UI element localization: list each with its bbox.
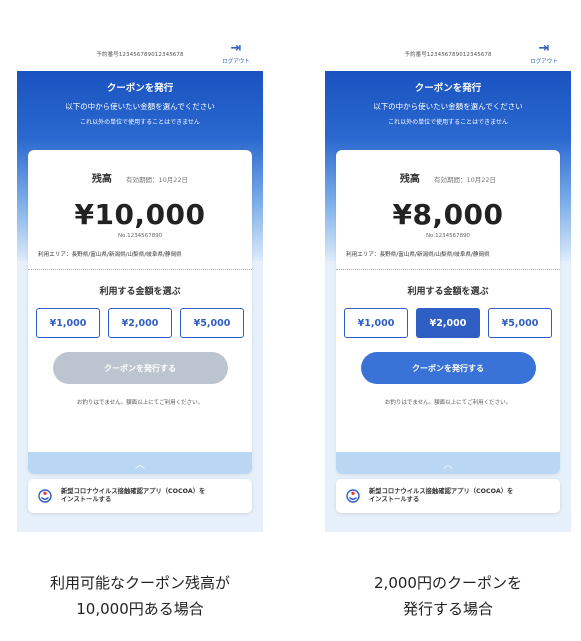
amount-options: ¥1,000 ¥2,000 ¥5,000: [36, 308, 244, 338]
restriction-text: これ以外の単位で使用することはできません: [80, 119, 200, 126]
cocoa-app-icon: [38, 489, 52, 503]
collapse-button[interactable]: ︿: [336, 452, 560, 474]
caption-balance-case: 利用可能なクーポン残高が 10,000円ある場合: [5, 570, 275, 622]
amount-options: ¥1,000 ¥2,000 ¥5,000: [344, 308, 552, 338]
logout-label: ログアウト: [530, 59, 558, 65]
usage-area: 利用エリア：長野県/富山県/新潟県/山梨県/岐阜県/静岡県: [38, 252, 182, 258]
logout-arrow-icon: ⇥: [230, 41, 242, 56]
balance-label: 残高: [399, 174, 420, 185]
card-number: No.1234567890: [425, 233, 471, 239]
top-bar: 予約番号1234567890123456​78 ⇥ ログアウト: [325, 38, 571, 71]
amount-option-5000[interactable]: ¥5,000: [488, 308, 552, 338]
instruction-text: 以下の中から使いたい金額を選んでください: [373, 102, 523, 111]
no-change-note: お釣りはでません。額面以上にてご利用ください。: [384, 400, 512, 406]
card-number: No.1234567890: [117, 233, 163, 239]
caption-line2: 10,000円ある場合: [76, 600, 204, 618]
restriction-text: これ以外の単位で使用することはできません: [388, 119, 508, 126]
choose-amount-label: 利用する金額を選ぶ: [99, 287, 181, 297]
no-change-note: お釣りはでません。額面以上にてご利用ください。: [76, 400, 204, 406]
amount-option-5000[interactable]: ¥5,000: [180, 308, 244, 338]
caption-issue-case: 2,000円のクーポンを 発行する場合: [313, 570, 581, 622]
caption-line2: 発行する場合: [402, 600, 493, 618]
top-bar: 予約番号1234567890123456​78 ⇥ ログアウト: [17, 38, 263, 71]
coupon-card: 残高 有効期間：10月22日 ¥8,000 No.1234567890 利用エリ…: [336, 150, 560, 474]
collapse-button[interactable]: ︿: [28, 452, 252, 474]
amount-option-1000[interactable]: ¥1,000: [344, 308, 408, 338]
page-title: クーポンを発行: [106, 83, 174, 94]
phone-screen-issue: 予約番号1234567890123456​78 ⇥ ログアウト クーポンを発行 …: [325, 38, 571, 532]
balance-row: 残高 有効期間：10月22日: [28, 167, 252, 186]
balance-amount: ¥10,000: [74, 198, 206, 231]
dotted-divider: [28, 269, 252, 270]
expiry-text: 有効期間：10月22日: [434, 176, 497, 184]
amount-option-2000[interactable]: ¥2,000: [108, 308, 172, 338]
page-title: クーポンを発行: [414, 83, 482, 94]
cocoa-app-icon: [346, 489, 360, 503]
amount-option-2000[interactable]: ¥2,000: [416, 308, 480, 338]
choose-amount-label: 利用する金額を選ぶ: [407, 287, 489, 297]
cocoa-text-line2: インストールする: [369, 496, 420, 503]
cocoa-text-line1: 新型コロナウイルス接触確認アプリ（COCOA）を: [61, 487, 206, 495]
logout-button[interactable]: ⇥ ログアウト: [221, 41, 251, 66]
chevron-up-icon: ︿: [443, 459, 453, 471]
caption-line1: 2,000円のクーポンを: [374, 574, 522, 592]
cocoa-install-banner[interactable]: 新型コロナウイルス接触確認アプリ（COCOA）を インストールする: [336, 479, 560, 513]
cocoa-text-line2: インストールする: [61, 496, 112, 503]
phone-screen-balance: 予約番号1234567890123456​78 ⇥ ログアウト クーポンを発行 …: [17, 38, 263, 532]
amount-option-1000[interactable]: ¥1,000: [36, 308, 100, 338]
coupon-card: 残高 有効期間：10月22日 ¥10,000 No.1234567890 利用エ…: [28, 150, 252, 474]
usage-area: 利用エリア：長野県/富山県/新潟県/山梨県/岐阜県/静岡県: [346, 252, 490, 258]
issue-coupon-button[interactable]: クーポンを発行する: [360, 352, 536, 384]
dotted-divider: [336, 269, 560, 270]
cocoa-text-line1: 新型コロナウイルス接触確認アプリ（COCOA）を: [369, 487, 514, 495]
issue-coupon-button[interactable]: クーポンを発行する: [52, 352, 228, 384]
instruction-text: 以下の中から使いたい金額を選んでください: [65, 102, 215, 111]
cocoa-install-banner[interactable]: 新型コロナウイルス接触確認アプリ（COCOA）を インストールする: [28, 479, 252, 513]
logout-arrow-icon: ⇥: [538, 41, 550, 56]
logout-label: ログアウト: [222, 59, 250, 65]
balance-amount: ¥8,000: [392, 198, 504, 231]
balance-label: 残高: [91, 174, 112, 185]
balance-row: 残高 有効期間：10月22日: [336, 167, 560, 186]
chevron-up-icon: ︿: [135, 459, 145, 471]
logout-button[interactable]: ⇥ ログアウト: [529, 41, 559, 66]
caption-line1: 利用可能なクーポン残高が: [49, 574, 230, 592]
expiry-text: 有効期間：10月22日: [126, 176, 189, 184]
